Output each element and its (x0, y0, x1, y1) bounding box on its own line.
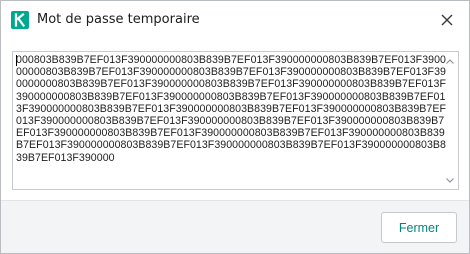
password-line: 00000803B839B7EF013F390000000803B839B7EF… (16, 66, 446, 79)
dialog-footer: Fermer (1, 201, 469, 253)
close-icon[interactable] (437, 10, 457, 30)
kaspersky-logo-icon (11, 11, 29, 29)
scroll-down-icon[interactable] (442, 172, 458, 188)
password-line: 013F390000000803B839B7EF013F390000000803… (16, 115, 445, 128)
password-line: EF013F390000000803B839B7EF013F3900000008… (16, 127, 445, 140)
password-line: 3F390000000803B839B7EF013F390000000803B8… (16, 102, 446, 115)
text-caret (16, 55, 17, 66)
password-text: 000803B839B7EF013F390000000803B839B7EF01… (16, 54, 446, 164)
password-line: 39B7EF013F390000 (16, 151, 115, 164)
dialog-title: Mot de passe temporaire (37, 12, 200, 27)
password-textarea[interactable]: 000803B839B7EF013F390000000803B839B7EF01… (12, 51, 459, 190)
close-button[interactable]: Fermer (381, 212, 457, 243)
textarea-scrollbar[interactable] (442, 52, 458, 189)
password-line: 000803B839B7EF013F390000000803B839B7EF01… (16, 54, 446, 66)
title-bar: Mot de passe temporaire (1, 1, 469, 39)
temporary-password-dialog: Mot de passe temporaire 000803B839B7EF01… (0, 0, 470, 254)
scroll-up-icon[interactable] (442, 53, 458, 69)
password-line: 390000000803B839B7EF013F390000000803B839… (16, 90, 446, 103)
password-line: B7EF013F390000000803B839B7EF013F39000000… (16, 139, 446, 152)
password-line: 0000000803B839B7EF013F390000000803B839B7… (16, 78, 446, 91)
